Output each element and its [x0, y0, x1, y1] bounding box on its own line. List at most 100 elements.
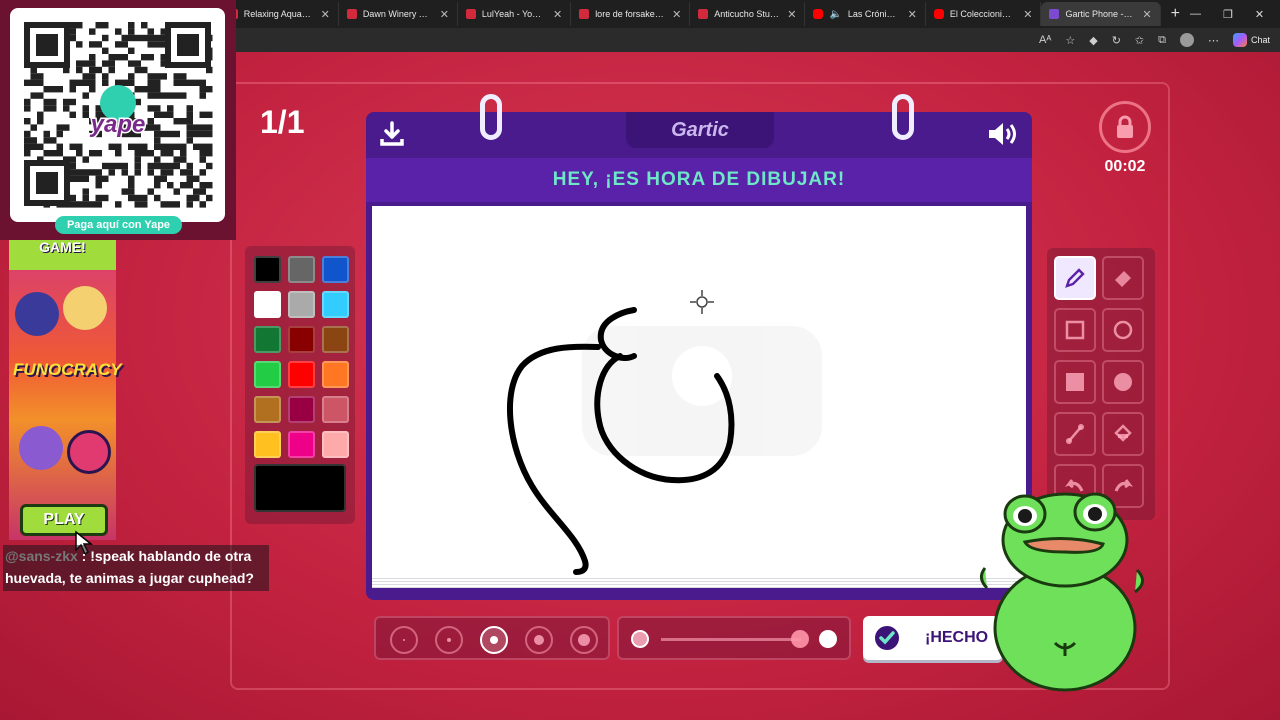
current-color [254, 464, 346, 512]
board-header: Gartic HEY, ¡ES HORA DE DIBUJAR! [366, 94, 1032, 202]
brush-size-option[interactable] [570, 626, 598, 654]
drawing-canvas[interactable] [372, 206, 1026, 576]
audio-playing-icon[interactable]: 🔈 [829, 9, 841, 20]
fill-bucket-tool[interactable] [1102, 412, 1144, 456]
color-swatch[interactable] [254, 396, 281, 423]
tab-title: Dawn Winery Theme [362, 9, 432, 19]
rectangle-fill-tool[interactable] [1054, 360, 1096, 404]
opacity-track[interactable] [661, 638, 801, 641]
line-tool[interactable] [1054, 412, 1096, 456]
brush-size-option[interactable] [525, 626, 553, 654]
color-swatch[interactable] [322, 326, 349, 353]
square-outline-icon [1065, 320, 1085, 340]
maximize-icon[interactable]: ❐ [1223, 8, 1233, 21]
color-swatch[interactable] [288, 256, 315, 283]
brush-size-option[interactable] [480, 626, 508, 654]
color-swatch[interactable] [288, 396, 315, 423]
favorite-star-icon[interactable]: ☆ [1065, 34, 1075, 47]
refresh-icon[interactable]: ↻ [1112, 34, 1121, 47]
timer: 00:02 [1104, 158, 1146, 175]
circle-fill-icon [1114, 373, 1132, 391]
browser-tab[interactable]: lore de forsaken - Yo ✕ [571, 2, 691, 26]
browser-tab-active[interactable]: Gartic Phone - Teléfo ✕ [1041, 2, 1161, 26]
tab-title: Las Crónicas de [847, 9, 900, 19]
window-controls: — ❐ ✕ [1190, 8, 1280, 21]
sound-icon[interactable] [986, 120, 1020, 148]
download-icon[interactable] [378, 120, 406, 148]
youtube-favicon-icon [698, 9, 709, 19]
color-swatch[interactable] [322, 361, 349, 388]
ellipse-fill-tool[interactable] [1102, 360, 1144, 404]
color-swatch[interactable] [288, 361, 315, 388]
color-palette [245, 246, 355, 524]
tab-title: Relaxing Aquatic Am [243, 9, 313, 19]
close-tab-icon[interactable]: ✕ [908, 8, 917, 21]
color-swatch[interactable] [254, 326, 281, 353]
browser-tab[interactable]: Dawn Winery Theme ✕ [339, 2, 458, 26]
opacity-slider[interactable] [617, 616, 851, 660]
browser-tab[interactable]: Relaxing Aquatic Am ✕ [220, 2, 339, 26]
more-menu-icon[interactable]: ⋯ [1208, 34, 1219, 47]
close-tab-icon[interactable]: ✕ [1142, 8, 1151, 21]
opacity-max-icon [819, 630, 837, 648]
qr-overlay: yape Paga aquí con Yape [0, 0, 236, 240]
opacity-min-icon [631, 630, 649, 648]
canvas-frame [366, 202, 1032, 600]
color-swatch[interactable] [288, 326, 315, 353]
color-swatch[interactable] [254, 361, 281, 388]
close-tab-icon[interactable]: ✕ [787, 8, 796, 21]
yape-qr-code: yape [10, 8, 225, 222]
close-tab-icon[interactable]: ✕ [672, 8, 681, 21]
profile-avatar[interactable] [1179, 33, 1194, 47]
color-swatch[interactable] [322, 396, 349, 423]
ad-character-blonde [63, 286, 107, 330]
tab-title: Gartic Phone - Teléfo [1065, 9, 1134, 19]
color-swatch[interactable] [254, 431, 281, 458]
close-tab-icon[interactable]: ✕ [321, 8, 330, 21]
circle-outline-icon [1113, 320, 1133, 340]
browser-tab[interactable]: Anticucho Studios - ✕ [690, 2, 806, 26]
bucket-icon [1114, 424, 1132, 442]
tab-title: lore de forsaken - Yo [595, 9, 664, 19]
ellipse-outline-tool[interactable] [1102, 308, 1144, 352]
favorites-icon[interactable]: ✩ [1135, 34, 1144, 47]
color-swatch[interactable] [288, 291, 315, 318]
tab-title: Anticucho Studios - [714, 9, 779, 19]
copilot-chat-button[interactable]: Chat [1232, 33, 1270, 47]
binder-ring [892, 94, 914, 140]
browser-tab[interactable]: LulYeah - YouTube ✕ [458, 2, 572, 26]
minimize-icon[interactable]: — [1190, 8, 1201, 21]
collections-icon[interactable]: ⧉ [1158, 34, 1166, 47]
new-tab-icon[interactable]: + [1161, 5, 1190, 23]
color-swatch[interactable] [288, 431, 315, 458]
yape-logo-text: yape [90, 111, 146, 138]
paper-edge [372, 576, 1026, 588]
opacity-handle[interactable] [791, 630, 809, 648]
close-tab-icon[interactable]: ✕ [1023, 8, 1032, 21]
extension-icon[interactable]: ◆ [1089, 34, 1097, 47]
brush-size-option[interactable] [390, 626, 418, 654]
rectangle-outline-tool[interactable] [1054, 308, 1096, 352]
eraser-icon [1115, 271, 1131, 287]
pencil-tool[interactable] [1054, 256, 1096, 300]
color-swatch[interactable] [322, 431, 349, 458]
color-swatch[interactable] [254, 256, 281, 283]
color-swatch[interactable] [322, 291, 349, 318]
read-aloud-icon[interactable]: Aᴬ [1039, 34, 1051, 46]
browser-tab[interactable]: 🔈 Las Crónicas de ✕ [805, 2, 926, 26]
ad-banner[interactable]: GAME! FUNOCRACY [9, 240, 122, 540]
chat-message: @sans-zkx : !speak hablando de otra huev… [3, 545, 269, 591]
gartic-favicon-icon [1049, 9, 1060, 19]
color-swatch[interactable] [322, 256, 349, 283]
close-window-icon[interactable]: ✕ [1255, 8, 1264, 21]
ad-character-angry [67, 430, 111, 474]
close-tab-icon[interactable]: ✕ [440, 8, 449, 21]
check-badge-icon [875, 626, 899, 650]
close-tab-icon[interactable]: ✕ [553, 8, 562, 21]
eraser-tool[interactable] [1102, 256, 1144, 300]
color-swatch[interactable] [254, 291, 281, 318]
gartic-logo: Gartic [626, 112, 774, 148]
crosshair-cursor-icon [690, 290, 714, 314]
brush-size-option[interactable] [435, 626, 463, 654]
browser-tab[interactable]: El Coleccionista De ✕ [926, 2, 1042, 26]
